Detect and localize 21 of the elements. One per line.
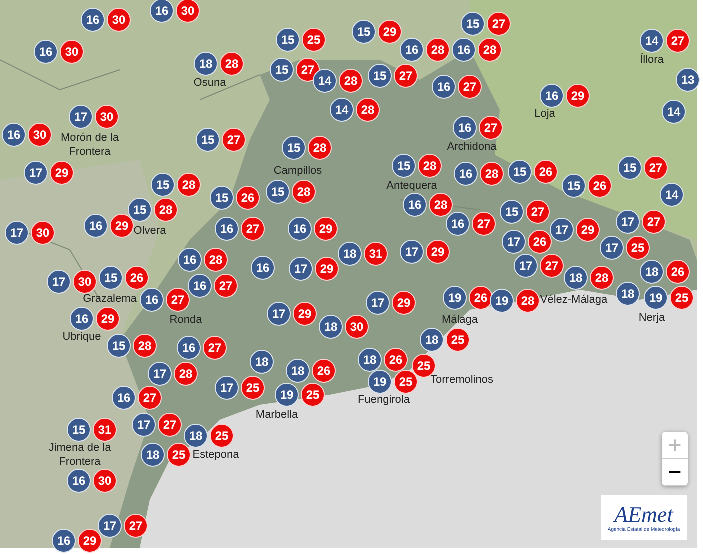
place-label: Fuengirola xyxy=(358,393,410,407)
place-label: Archidona xyxy=(447,140,497,154)
place-label: Ronda xyxy=(170,313,202,327)
place-label: Ubrique xyxy=(62,330,102,344)
place-label: Grazalema xyxy=(83,292,137,306)
zoom-out-button[interactable]: − xyxy=(662,459,688,486)
place-label: Vélez-Málaga xyxy=(540,293,608,307)
place-label: Málaga xyxy=(442,313,478,327)
place-label: Antequera xyxy=(386,179,438,193)
place-label: Marbella xyxy=(256,408,298,422)
place-label: Jimena de la Frontera xyxy=(48,441,112,469)
max-temperature-marker: 29 xyxy=(78,529,102,553)
place-label: Íllora xyxy=(640,53,664,67)
place-label: Estepona xyxy=(192,448,240,462)
place-label: Nerja xyxy=(638,311,666,325)
place-label: Morón de la Frontera xyxy=(60,131,120,159)
place-label: Campillos xyxy=(274,164,322,178)
place-label: Loja xyxy=(534,107,556,121)
place-label: Osuna xyxy=(194,76,226,90)
place-label: Olvera xyxy=(134,224,166,238)
logo-wordmark: AEmet xyxy=(614,502,674,526)
